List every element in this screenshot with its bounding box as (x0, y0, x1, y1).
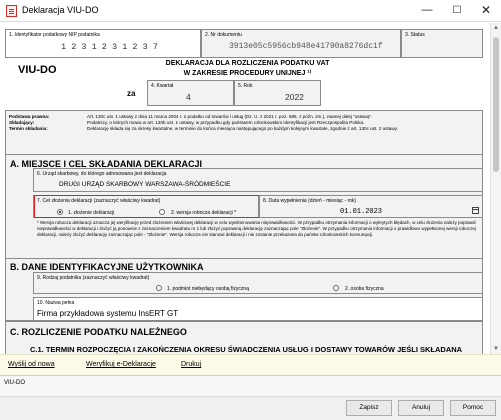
scroll-down-icon[interactable]: ▼ (493, 346, 499, 352)
za-label: za (127, 89, 136, 98)
document-number-value: 3913e05c5956cb948e41790a8276dc1f (229, 42, 383, 51)
draft-note: * Wersja robocza deklaracji oznacza jej … (37, 220, 477, 237)
tab-viu-do[interactable]: VIU-DO (4, 380, 25, 386)
nip-label: 1. Identyfikator podatkowy NIP podatnika (9, 32, 100, 38)
verify-link[interactable]: Weryfikuj e-Deklaracje (86, 361, 156, 368)
nip-value: 1 2 3 1 2 3 1 2 3 7 (61, 42, 158, 52)
document-number-field: 2. Nr dokumentu 3913e05c5956cb948e41790a… (201, 29, 401, 58)
fill-date-field[interactable]: 8. Data wypełnienia (dzień - miesiąc - r… (259, 195, 483, 218)
title-bar: Deklaracja VIU-DO — ☐ ✕ (0, 0, 501, 22)
scroll-thumb[interactable] (493, 37, 499, 172)
action-links-bar: Wyślij od nowa Weryfikuj e-Deklaracje Dr… (0, 354, 501, 376)
document-number-label: 2. Nr dokumentu (205, 32, 242, 38)
calendar-icon[interactable] (472, 207, 479, 214)
legal-texts: Art. 130c ust. 1 ustawy z dnia 11 marca … (87, 114, 479, 132)
tab-bar: VIU-DO (0, 376, 501, 396)
status-field: 3. Status (401, 29, 483, 58)
form-title: DEKLARACJA DLA ROZLICZENIA PODATKU VAT W… (150, 59, 345, 79)
tax-office-label: 6. Urząd skarbowy, do którego adresowana… (37, 171, 167, 177)
quarter-value: 4 (186, 92, 191, 102)
nip-field: 1. Identyfikator podatkowy NIP podatnika… (5, 29, 201, 58)
status-label: 3. Status (405, 32, 425, 38)
document-app-icon (6, 5, 17, 17)
section-c1-heading: C.1. TERMIN ROZPOCZĘCIA I ZAKOŃCZENIA OK… (30, 345, 463, 354)
form-title-line2: W ZAKRESIE PROCEDURY UNIJNEJ ¹⁾ (183, 70, 312, 77)
radio-natural-person[interactable] (333, 285, 339, 291)
fill-date-label: 8. Data wypełnienia (dzień - miesiąc - r… (263, 198, 357, 204)
radio-natural-person-label: 2. osoba fizyczna (345, 286, 384, 292)
save-button[interactable]: Zapisz (346, 400, 392, 416)
taxpayer-type-label: 9. Rodzaj podatnika (zaznaczyć właściwy … (37, 275, 150, 281)
tax-office-value: DRUGI URZĄD SKARBOWY WARSZAWA-ŚRÓDMIEŚCI… (59, 181, 231, 188)
declaration-document: 1. Identyfikator podatkowy NIP podatnika… (0, 23, 490, 354)
vertical-scrollbar[interactable]: ▲ ▼ (490, 23, 501, 354)
fill-date-value: 01.01.2023 (340, 208, 383, 216)
year-label: 5. Rok (238, 83, 253, 89)
close-button[interactable]: ✕ (471, 0, 501, 22)
legal-labels: Podstawa prawna: Składający: Termin skła… (9, 114, 49, 132)
radio-legal-entity-label: 1. podmiot niebędący osobą fizyczną (167, 286, 249, 292)
full-name-value: Firma przykładowa systemu InsERT GT (37, 309, 179, 318)
quarter-field[interactable]: 4. Kwartał 4 (147, 80, 234, 106)
scroll-up-icon[interactable]: ▲ (493, 25, 499, 31)
maximize-button[interactable]: ☐ (442, 0, 472, 22)
year-field[interactable]: 5. Rok 2022 (234, 80, 321, 106)
section-c-title: C. ROZLICZENIE PODATKU NALEŻNEGO (10, 327, 187, 337)
taxpayer-type-field: 9. Rodzaj podatnika (zaznaczyć właściwy … (33, 272, 483, 294)
button-bar: Zapisz Anuluj Pomoc (0, 396, 501, 420)
year-value: 2022 (285, 92, 304, 102)
cancel-button[interactable]: Anuluj (398, 400, 444, 416)
form-code: VIU-DO (18, 64, 57, 76)
legal-text-deadline: Deklarację składa się za okresy kwartaln… (87, 126, 398, 131)
form-title-line1: DEKLARACJA DLA ROZLICZENIA PODATKU VAT (165, 60, 330, 67)
full-name-field[interactable]: 10. Nazwa pełna Firma przykładowa system… (33, 297, 483, 321)
legal-label-deadline: Termin składania: (9, 126, 48, 131)
quarter-label: 4. Kwartał (151, 83, 174, 89)
section-b-title: B. DANE IDENTYFIKACYJNE UŻYTKOWNIKA (10, 262, 204, 272)
minimize-button[interactable]: — (412, 0, 442, 22)
purpose-field-highlight (34, 195, 260, 218)
tax-office-field[interactable]: 6. Urząd skarbowy, do którego adresowana… (33, 168, 483, 192)
full-name-label: 10. Nazwa pełna (37, 300, 75, 306)
send-again-link[interactable]: Wyślij od nowa (8, 361, 55, 368)
legal-basis-box: Podstawa prawna: Składający: Termin skła… (5, 110, 483, 155)
help-button[interactable]: Pomoc (450, 400, 496, 416)
window-title: Deklaracja VIU-DO (22, 5, 99, 15)
radio-legal-entity[interactable] (156, 285, 162, 291)
print-link[interactable]: Drukuj (181, 361, 201, 368)
